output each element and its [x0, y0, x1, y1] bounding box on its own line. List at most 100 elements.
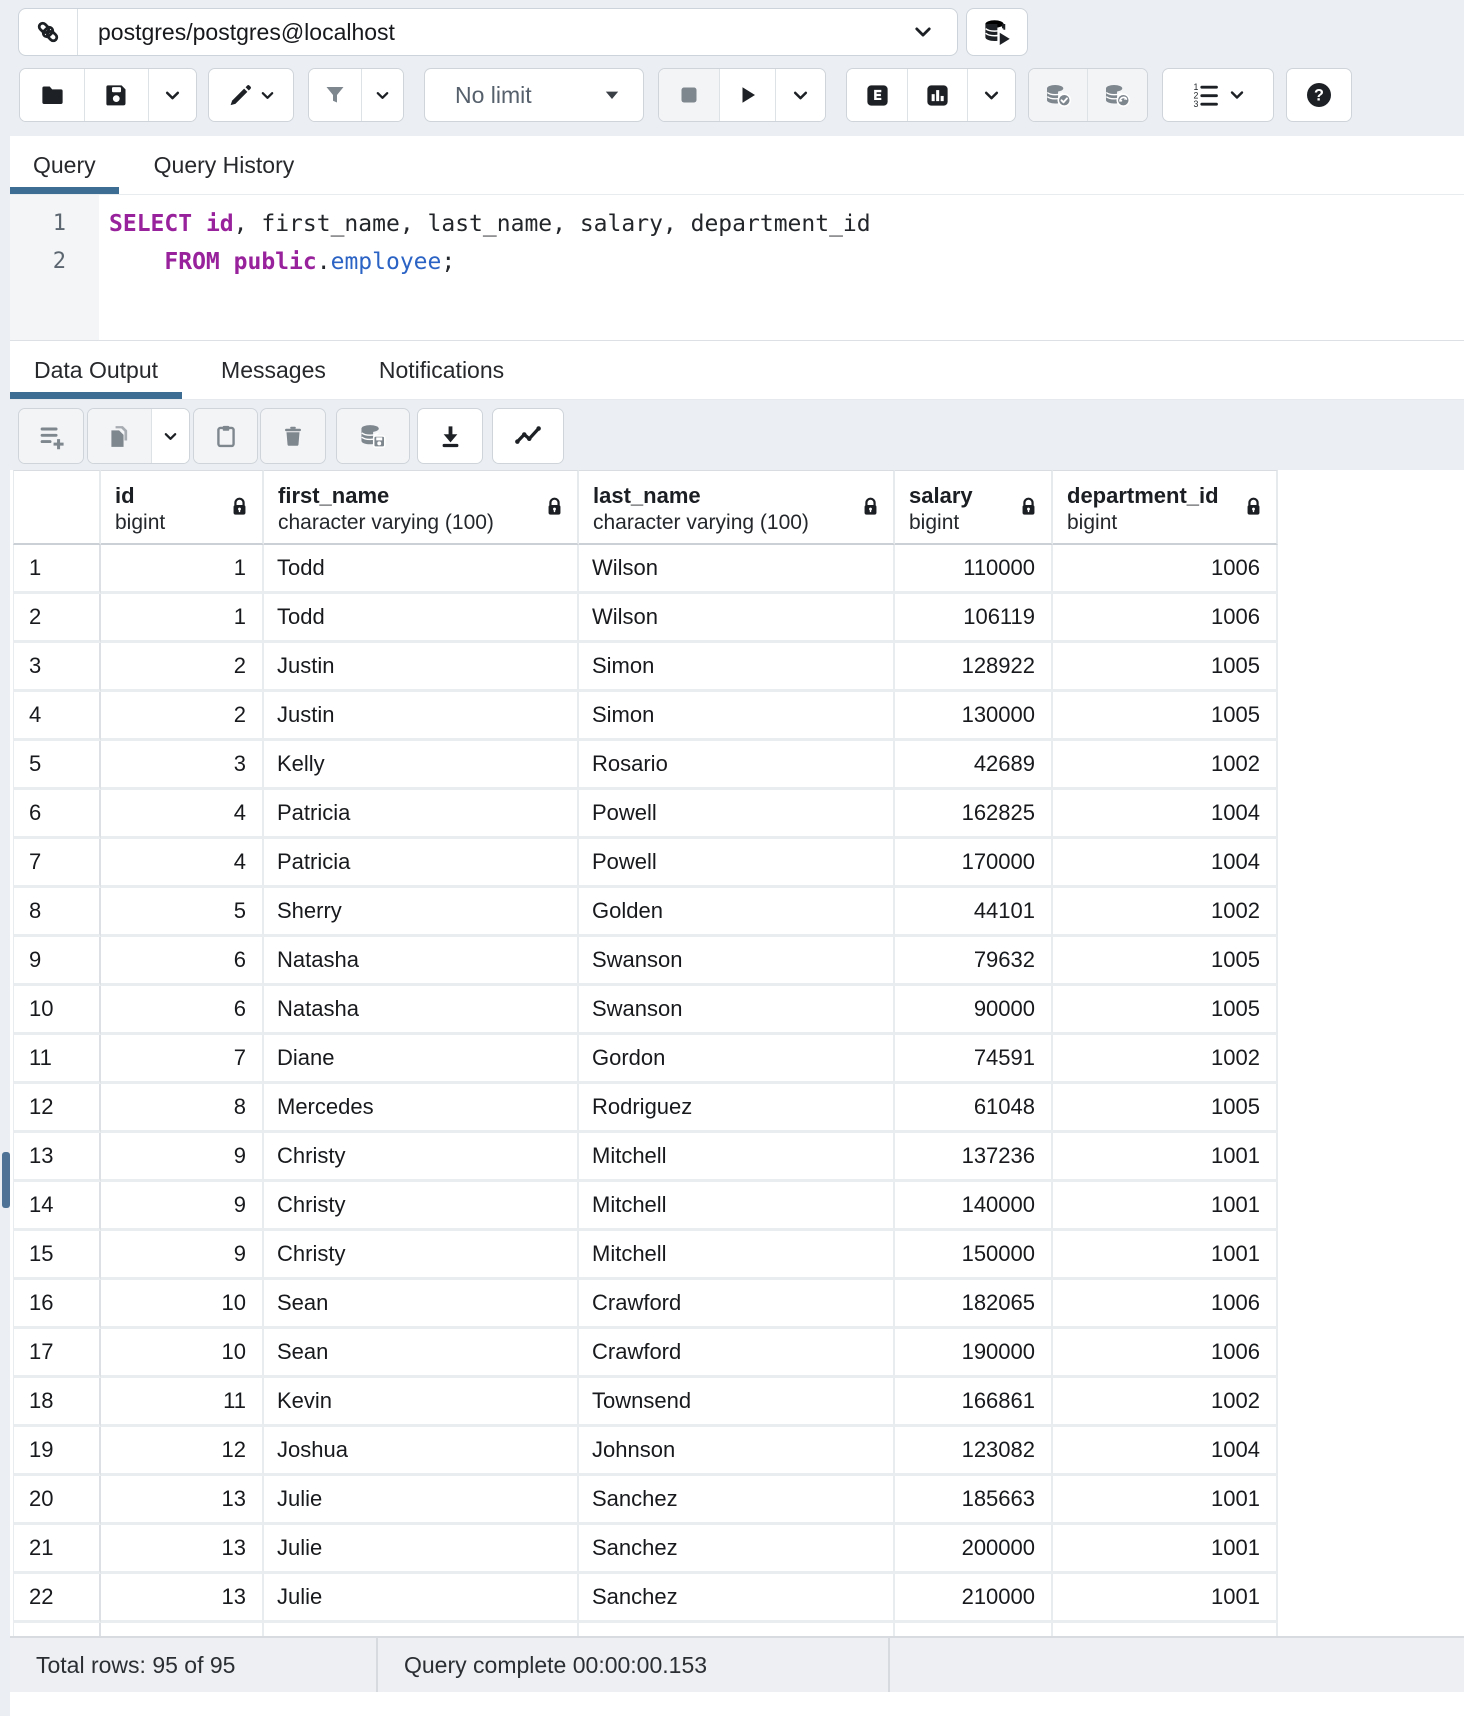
cell-salary[interactable]: 162825 [895, 790, 1053, 839]
row-limit-select[interactable]: No limit [424, 68, 644, 122]
help-button[interactable]: ? [1287, 69, 1351, 121]
cell-last_name[interactable]: Golden [579, 888, 895, 937]
row-number-cell[interactable]: 19 [13, 1427, 101, 1476]
cell-first_name[interactable]: Justin [264, 643, 579, 692]
tab-messages[interactable]: Messages [197, 341, 350, 399]
cell-department_id[interactable]: 1001 [1053, 1525, 1278, 1574]
copy-menu-button[interactable] [151, 409, 189, 463]
row-number-cell[interactable]: 9 [13, 937, 101, 986]
row-number-cell[interactable]: 16 [13, 1280, 101, 1329]
cell-id[interactable]: 13 [101, 1574, 264, 1623]
cell-department_id[interactable]: 1001 [1053, 1574, 1278, 1623]
row-number-cell[interactable]: 20 [13, 1476, 101, 1525]
cell-salary[interactable]: 110000 [895, 545, 1053, 594]
cell-last_name[interactable]: Wilson [579, 545, 895, 594]
cell-id[interactable]: 11 [101, 1378, 264, 1427]
explain-button[interactable] [847, 69, 907, 121]
row-number-cell[interactable]: 17 [13, 1329, 101, 1378]
row-number-cell[interactable]: 5 [13, 741, 101, 790]
cell-id[interactable]: 8 [101, 1084, 264, 1133]
download-results-button[interactable] [418, 409, 482, 463]
cell-last_name[interactable]: Wilson [579, 594, 895, 643]
row-number-cell[interactable]: 11 [13, 1035, 101, 1084]
tab-data-output[interactable]: Data Output [10, 341, 182, 399]
macros-button[interactable]: 1 2 3 [1163, 69, 1273, 121]
cell-last_name[interactable]: Simon [579, 692, 895, 741]
edit-menu-button[interactable] [209, 69, 293, 121]
row-number-cell[interactable]: 14 [13, 1182, 101, 1231]
cell-first_name[interactable]: Sherry [264, 888, 579, 937]
cell-id[interactable]: 2 [101, 692, 264, 741]
filter-menu-button[interactable] [361, 69, 403, 121]
cell-department_id[interactable]: 1002 [1053, 1035, 1278, 1084]
cell-id[interactable]: 6 [101, 937, 264, 986]
cell-last_name[interactable]: Johnson [579, 1427, 895, 1476]
cell-first_name[interactable]: Julie [264, 1574, 579, 1623]
new-connection-button[interactable] [966, 8, 1028, 56]
column-header-id[interactable]: id bigint [101, 470, 264, 545]
cell-department_id[interactable]: 1005 [1053, 1084, 1278, 1133]
cell-last_name[interactable]: Swanson [579, 937, 895, 986]
cell-first_name[interactable]: Christy [264, 1133, 579, 1182]
cell-department_id[interactable]: 1004 [1053, 790, 1278, 839]
cell-id[interactable]: 6 [101, 986, 264, 1035]
cell-salary[interactable]: 90000 [895, 986, 1053, 1035]
row-number-cell[interactable]: 8 [13, 888, 101, 937]
sql-editor[interactable]: 12 SELECT id, first_name, last_name, sal… [10, 195, 1464, 340]
column-header-last_name[interactable]: last_name character varying (100) [579, 470, 895, 545]
cell-salary[interactable]: 106119 [895, 594, 1053, 643]
cell-id[interactable]: 9 [101, 1133, 264, 1182]
row-number-cell[interactable]: 3 [13, 643, 101, 692]
row-number-cell[interactable]: 18 [13, 1378, 101, 1427]
cell-salary[interactable]: 150000 [895, 1231, 1053, 1280]
cell-id[interactable]: 2 [101, 643, 264, 692]
row-number-cell[interactable]: 21 [13, 1525, 101, 1574]
cell-department_id[interactable]: 1004 [1053, 1427, 1278, 1476]
cell-first_name[interactable]: Sean [264, 1329, 579, 1378]
connection-dropdown[interactable]: postgres/postgres@localhost [18, 8, 958, 56]
cell-last_name[interactable]: Rosario [579, 741, 895, 790]
cell-department_id[interactable]: 1006 [1053, 1280, 1278, 1329]
cell-salary[interactable]: 74591 [895, 1035, 1053, 1084]
cell-id[interactable]: 5 [101, 888, 264, 937]
cell-salary[interactable]: 182065 [895, 1280, 1053, 1329]
save-button[interactable] [84, 69, 148, 121]
cell-id[interactable]: 4 [101, 790, 264, 839]
cell-id[interactable]: 9 [101, 1231, 264, 1280]
column-header-salary[interactable]: salary bigint [895, 470, 1053, 545]
cell-last_name[interactable]: Gordon [579, 1035, 895, 1084]
cell-salary[interactable]: 166861 [895, 1378, 1053, 1427]
cell-department_id[interactable]: 1004 [1053, 839, 1278, 888]
cell-last_name[interactable]: Swanson [579, 986, 895, 1035]
row-number-cell[interactable]: 12 [13, 1084, 101, 1133]
row-number-cell[interactable]: 4 [13, 692, 101, 741]
cell-last_name[interactable]: Simon [579, 643, 895, 692]
cell-department_id[interactable]: 1006 [1053, 545, 1278, 594]
code-line[interactable]: SELECT id, first_name, last_name, salary… [109, 205, 871, 243]
cell-id[interactable]: 7 [101, 1035, 264, 1084]
cell-id[interactable]: 1 [101, 594, 264, 643]
cell-salary[interactable]: 42689 [895, 741, 1053, 790]
cell-first_name[interactable]: Patricia [264, 839, 579, 888]
open-file-button[interactable] [20, 69, 84, 121]
cell-last_name[interactable]: Townsend [579, 1378, 895, 1427]
execute-menu-button[interactable] [775, 69, 825, 121]
cell-department_id[interactable]: 1006 [1053, 1329, 1278, 1378]
cell-first_name[interactable]: Todd [264, 594, 579, 643]
cell-department_id[interactable]: 1005 [1053, 692, 1278, 741]
cell-id[interactable]: 12 [101, 1427, 264, 1476]
save-menu-button[interactable] [148, 69, 196, 121]
cell-id[interactable]: 9 [101, 1182, 264, 1231]
sql-code[interactable]: SELECT id, first_name, last_name, salary… [99, 195, 871, 340]
row-number-cell[interactable]: 7 [13, 839, 101, 888]
tab-query-history[interactable]: Query History [131, 136, 318, 194]
cell-department_id[interactable]: 1005 [1053, 937, 1278, 986]
cell-last_name[interactable]: Sanchez [579, 1476, 895, 1525]
cell-salary[interactable]: 128922 [895, 643, 1053, 692]
cell-salary[interactable]: 200000 [895, 1525, 1053, 1574]
cell-first_name[interactable]: Christy [264, 1182, 579, 1231]
cell-id[interactable]: 4 [101, 839, 264, 888]
cell-salary[interactable]: 123082 [895, 1427, 1053, 1476]
cell-salary[interactable]: 44101 [895, 888, 1053, 937]
cell-id[interactable]: 13 [101, 1525, 264, 1574]
